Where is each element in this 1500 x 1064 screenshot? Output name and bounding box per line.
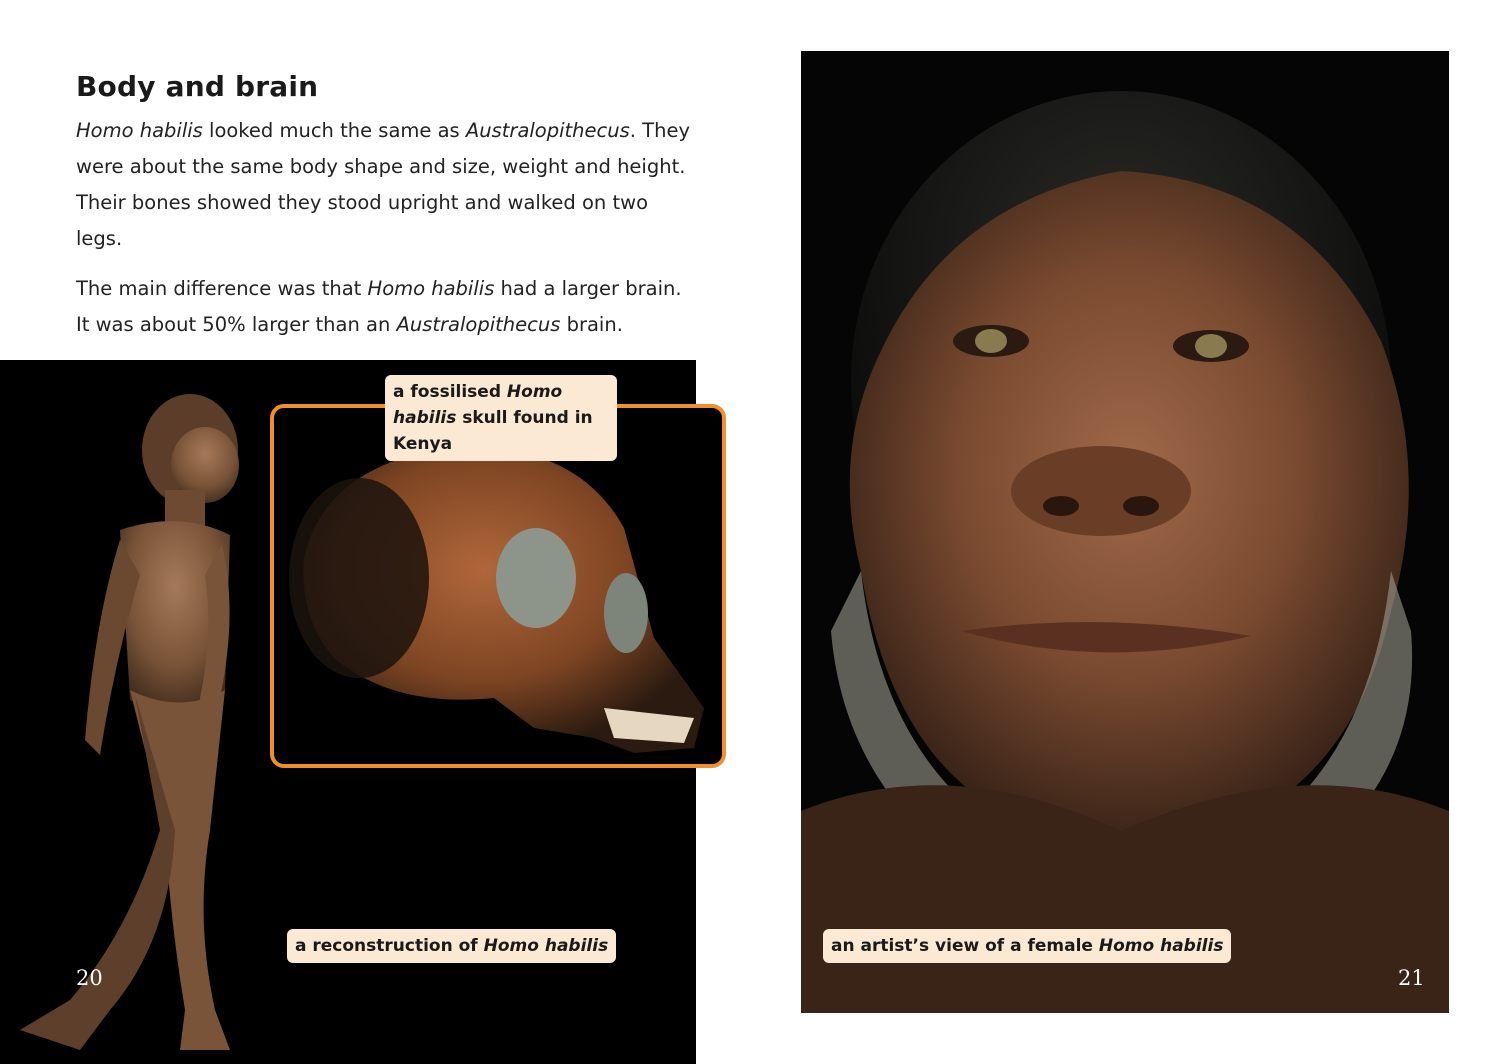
page-number-right: 21 — [1398, 966, 1425, 990]
species-name: Homo habilis — [367, 277, 495, 300]
text-span: looked much the same as — [202, 119, 466, 142]
caption-text: an artist’s view of a female — [831, 936, 1099, 956]
page-heading: Body and brain — [76, 70, 319, 103]
body-paragraph-1: Homo habilis looked much the same as Aus… — [76, 113, 696, 257]
caption-text: a reconstruction of — [295, 936, 484, 956]
body-paragraph-2: The main difference was that Homo habili… — [76, 271, 696, 343]
species-name: Homo habilis — [1098, 936, 1224, 956]
species-name: Australopithecus — [465, 119, 630, 142]
page-number-left: 20 — [76, 966, 103, 990]
species-name: Homo habilis — [76, 119, 203, 142]
species-name: Australopithecus — [396, 313, 561, 336]
skull-illustration — [289, 447, 704, 753]
text-span: The main difference was that — [76, 277, 368, 300]
face-illustration — [801, 91, 1449, 1013]
text-span: brain. — [560, 313, 623, 336]
caption-artist-view: an artist’s view of a female Homo habili… — [823, 929, 1232, 963]
caption-skull: a fossilised Homo habilis skull found in… — [385, 375, 617, 461]
caption-text: a fossilised — [393, 382, 507, 402]
caption-reconstruction: a reconstruction of Homo habilis — [287, 929, 617, 963]
female-face-photo — [801, 51, 1449, 1013]
species-name: Homo habilis — [483, 936, 609, 956]
